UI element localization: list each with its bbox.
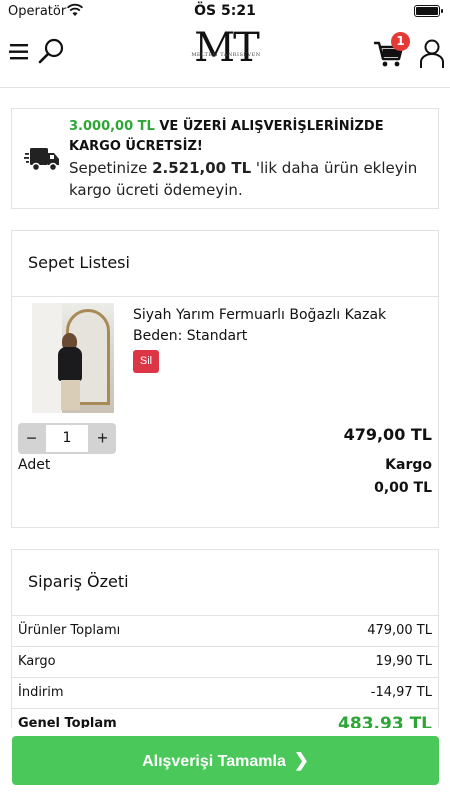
quantity-decrease-button[interactable]: − (18, 423, 45, 454)
order-summary: Sipariş Özeti Ürünler Toplamı 479,00 TL … (11, 549, 439, 740)
shipping-remaining-amount: 2.521,00 TL (152, 159, 252, 177)
quantity-input[interactable]: 1 (46, 425, 88, 452)
summary-value: 19,90 TL (375, 654, 432, 669)
status-bar: Operatör ÖS 5:21 (0, 0, 450, 24)
summary-value: 479,00 TL (367, 623, 432, 638)
cart-list: Sepet Listesi Siyah Yarım Fermuarlı Boğa… (11, 230, 439, 528)
brand-logo[interactable]: MT MELTEM TANRISEVEN (178, 27, 274, 77)
checkout-bar: Alışverişi Tamamla ❯ (0, 728, 450, 800)
truck-icon (24, 148, 59, 172)
summary-label: Kargo (18, 654, 56, 669)
item-shipping-value: 0,00 TL (374, 480, 432, 496)
quantity-stepper: − 1 + (18, 423, 116, 454)
order-summary-title: Sipariş Özeti (12, 550, 438, 616)
battery-icon (414, 5, 443, 17)
summary-label: İndirim (18, 685, 64, 700)
shipping-prefix: Sepetinize (69, 159, 153, 177)
app-header: MT MELTEM TANRISEVEN 1 (0, 24, 450, 88)
summary-label: Ürünler Toplamı (18, 623, 121, 638)
quantity-label: Adet (18, 457, 51, 473)
chevron-right-icon: ❯ (293, 750, 309, 770)
menu-icon[interactable] (9, 41, 31, 63)
summary-row-shipping: Kargo 19,90 TL (12, 647, 438, 678)
status-time: ÖS 5:21 (194, 3, 256, 19)
product-name[interactable]: Siyah Yarım Fermuarlı Boğazlı Kazak (133, 305, 433, 326)
search-icon[interactable] (36, 37, 66, 67)
summary-row-subtotal: Ürünler Toplamı 479,00 TL (12, 616, 438, 647)
user-icon[interactable] (418, 38, 446, 70)
cart-list-title: Sepet Listesi (12, 231, 438, 297)
logo-mark: MT (194, 25, 260, 71)
product-image[interactable] (32, 303, 114, 413)
shipping-threshold: 3.000,00 TL (69, 119, 155, 134)
shipping-headline: 3.000,00 TL VE ÜZERİ ALIŞVERİŞLERİNİZDE … (69, 117, 431, 157)
summary-value: -14,97 TL (370, 685, 432, 700)
item-shipping-label: Kargo (385, 457, 432, 473)
checkout-button[interactable]: Alışverişi Tamamla ❯ (12, 736, 439, 785)
cart-count-badge: 1 (391, 32, 410, 51)
shipping-remaining-text: Sepetinize 2.521,00 TL 'lik daha ürün ek… (69, 157, 431, 201)
product-size: Beden: Standart (133, 328, 248, 344)
logo-subtitle: MELTEM TANRISEVEN (191, 52, 261, 58)
item-price: 479,00 TL (343, 425, 432, 444)
delete-item-button[interactable]: Sil (133, 350, 159, 373)
free-shipping-notice: 3.000,00 TL VE ÜZERİ ALIŞVERİŞLERİNİZDE … (11, 108, 439, 209)
quantity-increase-button[interactable]: + (89, 423, 116, 454)
summary-row-discount: İndirim -14,97 TL (12, 678, 438, 709)
checkout-label: Alışverişi Tamamla (142, 753, 286, 770)
